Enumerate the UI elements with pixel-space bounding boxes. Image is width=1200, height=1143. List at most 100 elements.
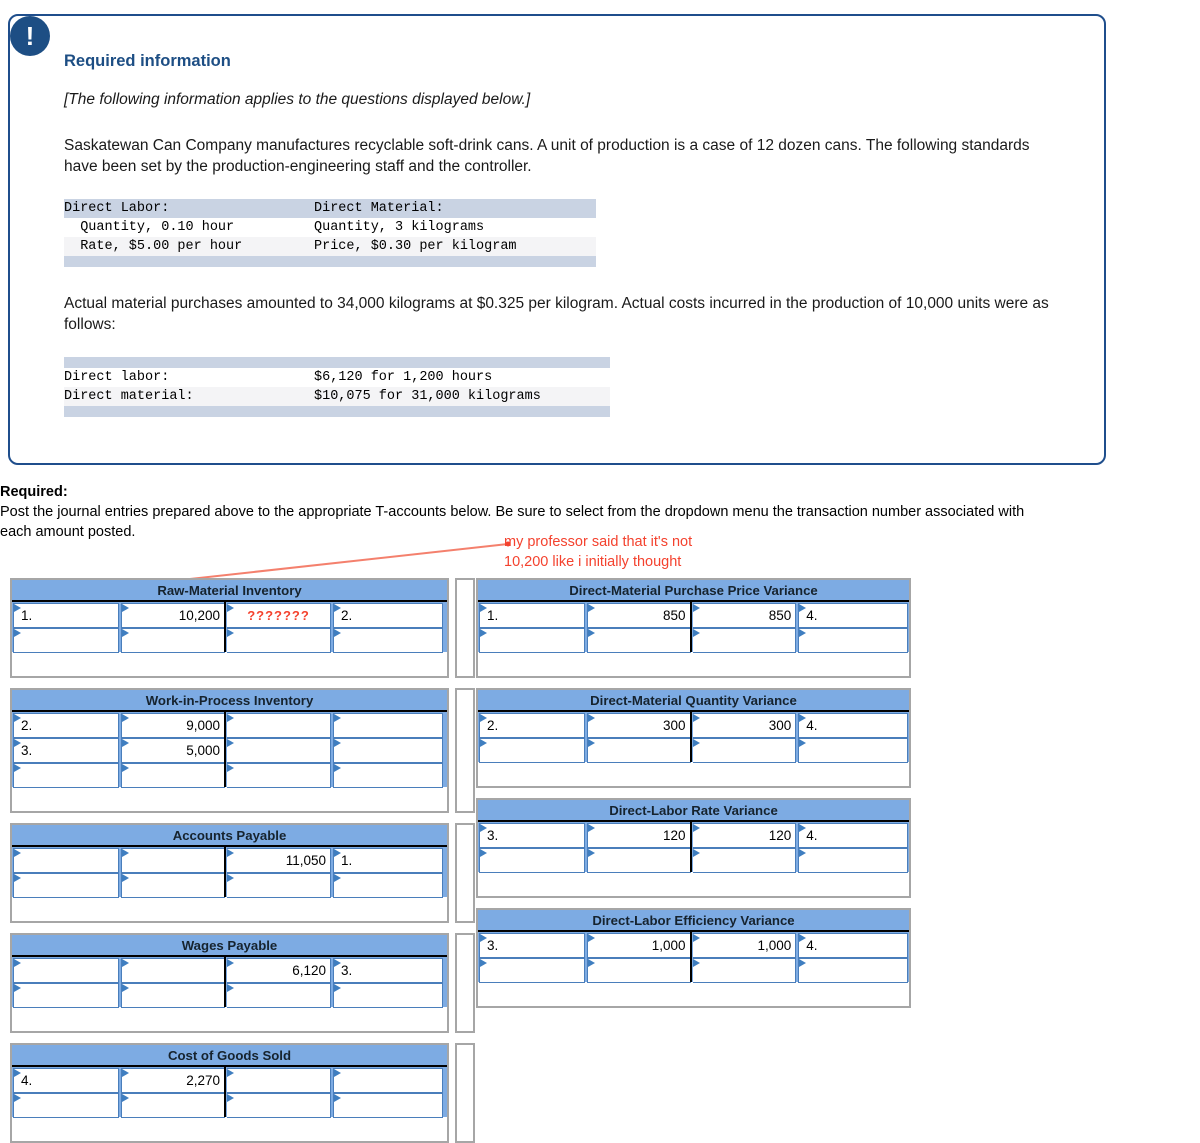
transaction-number-select[interactable]: 4. <box>13 1068 119 1093</box>
chevron-down-icon <box>14 604 21 612</box>
transaction-number-select[interactable]: 4. <box>798 933 908 958</box>
transaction-number-select[interactable] <box>479 628 585 653</box>
transaction-number-select[interactable] <box>479 738 585 763</box>
transaction-number-select[interactable] <box>479 848 585 873</box>
amount-input[interactable] <box>121 983 225 1008</box>
amount-input[interactable]: 5,000 <box>121 738 225 763</box>
t-account-row <box>12 982 447 1008</box>
transaction-number-select[interactable] <box>333 1068 443 1093</box>
amount-input[interactable] <box>227 1093 331 1118</box>
amount-input[interactable] <box>692 848 797 873</box>
amount-input[interactable] <box>121 958 225 983</box>
transaction-number-select[interactable] <box>333 628 443 653</box>
cell-value: 120 <box>662 828 686 843</box>
transaction-number-select[interactable] <box>13 873 119 898</box>
transaction-number-select[interactable] <box>13 628 119 653</box>
transaction-number-select[interactable] <box>798 628 908 653</box>
transaction-number-select[interactable] <box>333 873 443 898</box>
t-account-row: 4. 2,270 <box>12 1067 447 1093</box>
chevron-down-icon <box>227 764 234 772</box>
amount-input[interactable] <box>692 958 797 983</box>
t-account-body: 11,050 1. <box>12 847 447 921</box>
transaction-number-select[interactable]: 1. <box>333 848 443 873</box>
t-account-divider <box>690 602 692 652</box>
transaction-number-select[interactable]: 2. <box>333 603 443 628</box>
transaction-number-select[interactable] <box>333 1093 443 1118</box>
chevron-down-icon <box>122 739 129 747</box>
transaction-number-select[interactable] <box>798 958 908 983</box>
amount-input[interactable] <box>227 983 331 1008</box>
amount-input[interactable] <box>121 848 225 873</box>
t-account-direct-labor-efficiency-variance: Direct-Labor Efficiency Variance 3. 1,000 1… <box>476 908 911 1008</box>
amount-input[interactable]: 6,120 <box>227 958 331 983</box>
transaction-number-select[interactable] <box>13 1093 119 1118</box>
amount-input[interactable] <box>121 628 225 653</box>
amount-input[interactable] <box>227 763 331 788</box>
amount-input[interactable] <box>586 848 691 873</box>
amount-input[interactable] <box>227 628 331 653</box>
transaction-number-select[interactable] <box>13 958 119 983</box>
transaction-number-select[interactable]: 1. <box>13 603 119 628</box>
amount-input[interactable] <box>586 738 691 763</box>
cell-value: 300 <box>768 718 792 733</box>
chevron-down-icon <box>334 1069 341 1077</box>
transaction-number-select[interactable]: 1. <box>479 603 585 628</box>
chevron-down-icon <box>692 959 700 967</box>
amount-input[interactable] <box>586 628 691 653</box>
transaction-number-select[interactable]: 2. <box>479 713 585 738</box>
transaction-number-select[interactable]: 3. <box>333 958 443 983</box>
cell-value: 850 <box>662 608 686 623</box>
amount-input[interactable] <box>227 713 331 738</box>
amount-input[interactable]: 300 <box>692 713 797 738</box>
t-account-spacer <box>455 1043 475 1143</box>
amount-input[interactable]: 300 <box>586 713 691 738</box>
amount-input[interactable]: 1,000 <box>586 933 691 958</box>
chevron-down-icon <box>587 739 595 747</box>
transaction-number-select[interactable]: 2. <box>13 713 119 738</box>
amount-input[interactable]: 850 <box>586 603 691 628</box>
standards-quantity-left: Quantity, 0.10 hour <box>64 220 235 235</box>
transaction-number-select[interactable]: 3. <box>479 823 585 848</box>
amount-input[interactable] <box>227 873 331 898</box>
amount-input[interactable] <box>692 738 797 763</box>
amount-input[interactable]: 10,200 <box>121 603 225 628</box>
amount-input[interactable] <box>692 628 797 653</box>
transaction-number-select[interactable] <box>798 848 908 873</box>
transaction-number-select[interactable] <box>479 958 585 983</box>
transaction-number-select[interactable] <box>13 983 119 1008</box>
amount-input[interactable]: 1,000 <box>692 933 797 958</box>
amount-input[interactable]: 2,270 <box>121 1068 225 1093</box>
amount-input[interactable] <box>121 873 225 898</box>
amount-input[interactable]: 120 <box>586 823 691 848</box>
amount-input[interactable]: 120 <box>692 823 797 848</box>
chevron-down-icon <box>227 1094 234 1102</box>
transaction-number-select[interactable]: 4. <box>798 603 908 628</box>
actual-table-bottom-band <box>64 406 610 417</box>
transaction-number-select[interactable] <box>13 848 119 873</box>
chevron-down-icon <box>692 824 700 832</box>
transaction-number-select[interactable]: 3. <box>13 738 119 763</box>
transaction-number-select[interactable] <box>333 713 443 738</box>
chevron-down-icon <box>587 604 595 612</box>
transaction-number-select[interactable] <box>333 983 443 1008</box>
amount-input[interactable] <box>227 738 331 763</box>
transaction-number-select[interactable]: 3. <box>479 933 585 958</box>
transaction-number-select[interactable] <box>798 738 908 763</box>
amount-input[interactable] <box>227 1068 331 1093</box>
amount-input[interactable]: 850 <box>692 603 797 628</box>
transaction-number-select[interactable] <box>333 738 443 763</box>
amount-input[interactable] <box>121 1093 225 1118</box>
amount-input[interactable] <box>586 958 691 983</box>
amount-input[interactable]: 9,000 <box>121 713 225 738</box>
transaction-number-select[interactable]: 4. <box>798 713 908 738</box>
transaction-number-select[interactable] <box>13 763 119 788</box>
amount-input[interactable]: 11,050 <box>227 848 331 873</box>
transaction-number-select[interactable] <box>333 763 443 788</box>
chevron-down-icon <box>122 1069 129 1077</box>
transaction-number-select[interactable]: 4. <box>798 823 908 848</box>
t-account-divider <box>224 712 226 787</box>
t-account-cost-of-goods-sold: Cost of Goods Sold 4. 2,270 <box>10 1043 449 1143</box>
amount-input[interactable] <box>121 763 225 788</box>
required-information-box: ! Required information [The following in… <box>8 14 1106 465</box>
amount-input[interactable]: ??????? <box>227 603 331 628</box>
